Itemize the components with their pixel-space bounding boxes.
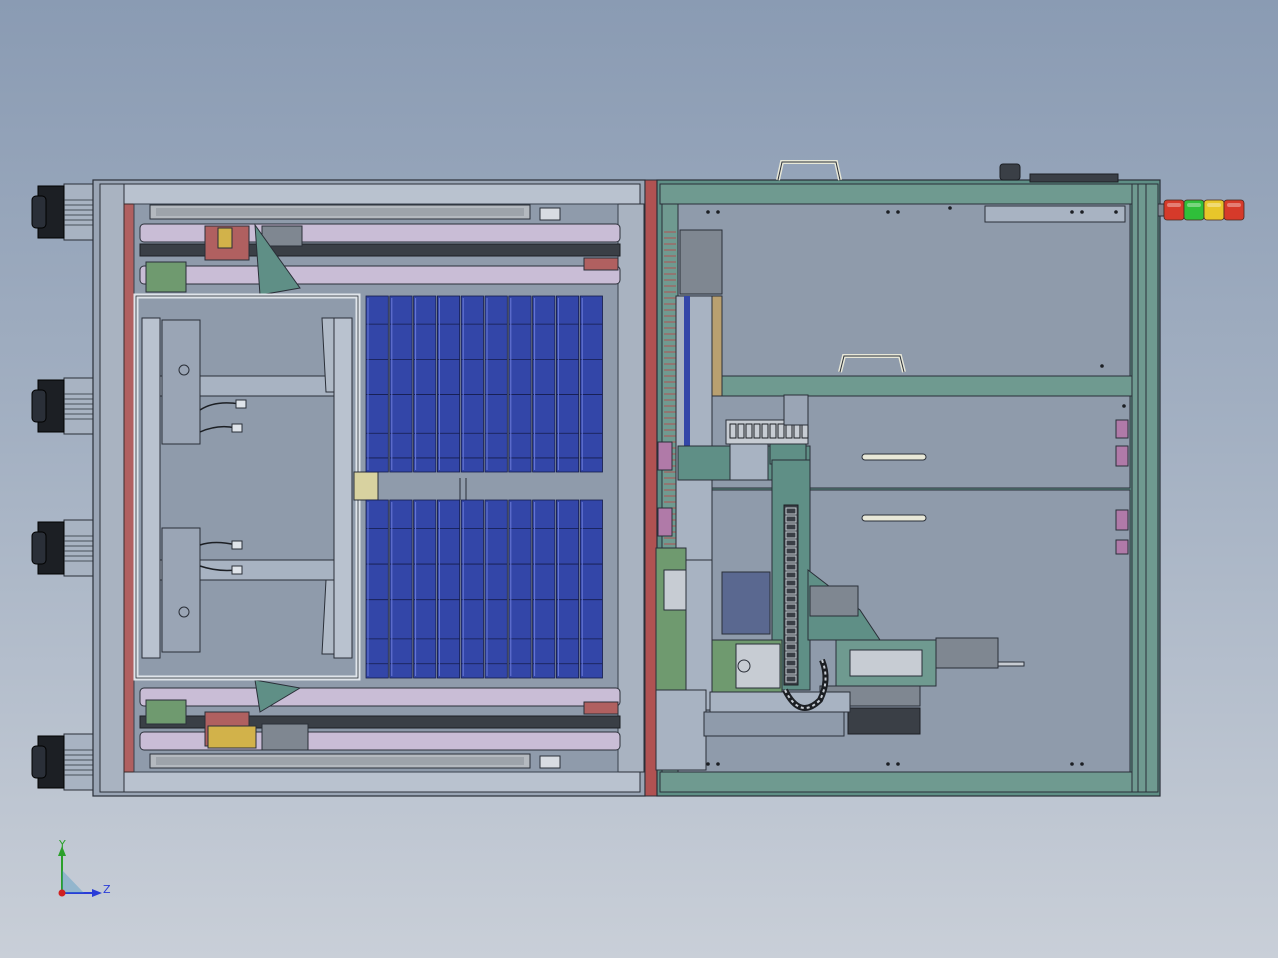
cad-viewport[interactable]: Y Z bbox=[0, 0, 1278, 958]
tray-column bbox=[365, 295, 389, 473]
caster-wheels bbox=[31, 183, 95, 791]
y-axis-label: Y bbox=[58, 838, 66, 851]
caster-wheel bbox=[31, 519, 95, 577]
module-divider bbox=[644, 179, 658, 797]
tray-column bbox=[508, 499, 532, 679]
tray-column bbox=[413, 499, 437, 679]
tray-column bbox=[413, 295, 437, 473]
tray-column bbox=[460, 499, 484, 679]
tray-column bbox=[508, 295, 532, 473]
tray-column bbox=[484, 295, 508, 473]
tray-column bbox=[532, 295, 556, 473]
tray-column bbox=[579, 499, 603, 679]
tray-column bbox=[389, 295, 413, 473]
axis-triad: Y Z bbox=[58, 838, 111, 897]
machine-assembly-drawing: Y Z bbox=[31, 160, 1245, 897]
caster-wheel bbox=[31, 183, 95, 241]
tray-column bbox=[484, 499, 508, 679]
caster-wheel bbox=[31, 733, 95, 791]
tray-column bbox=[460, 295, 484, 473]
tower-signal-light bbox=[1157, 199, 1245, 221]
tray-column bbox=[579, 295, 603, 473]
tray-column bbox=[436, 295, 461, 473]
z-axis-arrow bbox=[92, 889, 102, 897]
origin-point bbox=[58, 889, 66, 897]
z-axis-label: Z bbox=[103, 883, 111, 896]
tray-column bbox=[389, 499, 413, 679]
tray-column bbox=[365, 499, 389, 679]
tray-column bbox=[436, 499, 461, 679]
tray-column bbox=[556, 499, 580, 679]
tray-column bbox=[532, 499, 556, 679]
upper-linear-rods bbox=[139, 204, 621, 296]
caster-wheel bbox=[31, 377, 95, 435]
tray-column bbox=[556, 295, 580, 473]
